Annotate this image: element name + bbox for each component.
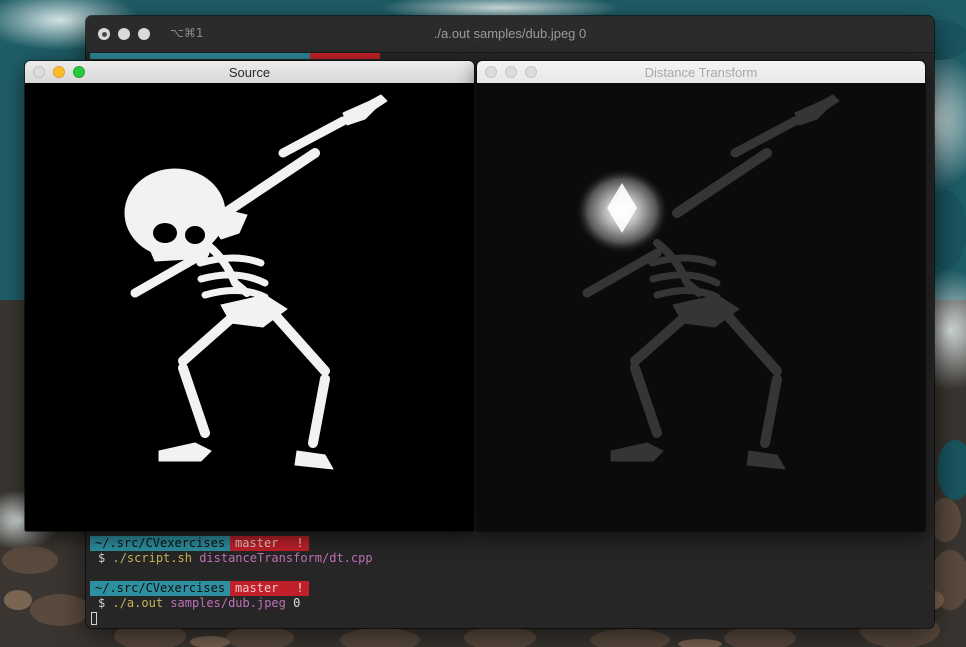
command-line: $ ./script.sh distanceTransform/dt.cpp xyxy=(90,551,934,566)
distance-map-image xyxy=(576,94,840,470)
command-name: ./a.out xyxy=(112,596,164,610)
command-args: distanceTransform/dt.cpp xyxy=(199,551,373,565)
command-number-arg: 0 xyxy=(293,596,301,610)
prompt-path: ~/.src/CVexercises xyxy=(90,581,231,596)
source-image xyxy=(25,83,474,531)
prompt-branch: master! xyxy=(230,536,309,551)
prompt-line: ~/.src/CVexercises master! xyxy=(90,581,934,596)
input-line[interactable] xyxy=(90,611,934,626)
branch-dirty-flag: ! xyxy=(296,536,304,550)
distance-transform-image xyxy=(477,83,925,531)
terminal-titlebar[interactable]: ⌥⌘1 ./a.out samples/dub.jpeg 0 xyxy=(86,16,934,53)
terminal-output[interactable]: ~/.src/CVexercises master! $ ./script.sh… xyxy=(90,536,934,626)
distance-transform-window[interactable]: Distance Transform xyxy=(477,61,925,531)
branch-name: master xyxy=(235,536,279,550)
source-window[interactable]: Source xyxy=(25,61,474,531)
distance-transform-titlebar[interactable]: Distance Transform xyxy=(477,61,925,84)
prompt-symbol: $ xyxy=(98,596,106,610)
terminal-title: ./a.out samples/dub.jpeg 0 xyxy=(433,26,587,41)
prompt-symbol: $ xyxy=(98,551,106,565)
source-window-title: Source xyxy=(228,65,271,80)
prompt-path: ~/.src/CVexercises xyxy=(90,536,231,551)
skeleton-image xyxy=(124,94,388,470)
command-args: samples/dub.jpeg xyxy=(170,596,286,610)
command-name: ./script.sh xyxy=(112,551,192,565)
prompt-line: ~/.src/CVexercises master! xyxy=(90,536,934,551)
distance-window-title: Distance Transform xyxy=(644,65,758,80)
command-line: $ ./a.out samples/dub.jpeg 0 xyxy=(90,596,934,611)
prompt-branch: master! xyxy=(230,581,309,596)
source-titlebar[interactable]: Source xyxy=(25,61,474,84)
prompt-branch-segment-hidden xyxy=(310,53,380,59)
branch-name: master xyxy=(235,581,279,595)
prompt-path-segment-hidden xyxy=(90,53,310,59)
branch-dirty-flag: ! xyxy=(296,581,304,595)
text-cursor xyxy=(91,612,97,625)
